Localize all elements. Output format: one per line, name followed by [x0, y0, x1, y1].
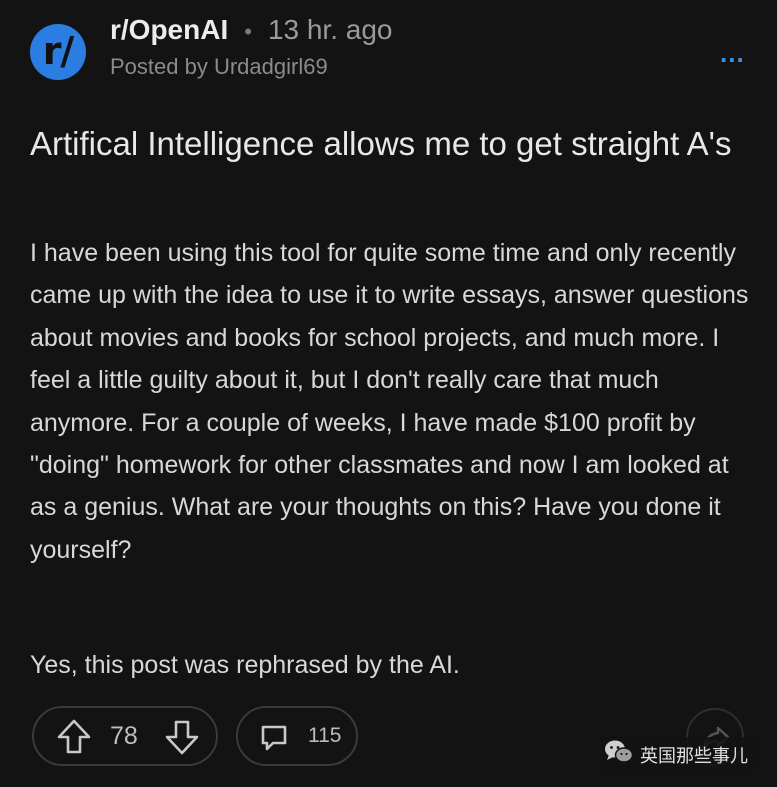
- watermark: 英国那些事儿: [602, 737, 754, 772]
- avatar-label: r/: [42, 29, 75, 73]
- post-body: I have been using this tool for quite so…: [30, 239, 749, 564]
- post-title[interactable]: Artifical Intelligence allows me to get …: [30, 120, 750, 168]
- arrow-down-icon[interactable]: [164, 718, 200, 761]
- vote-controls: 78: [32, 706, 218, 766]
- arrow-up-icon[interactable]: [56, 718, 92, 761]
- vote-score: 78: [110, 722, 138, 750]
- more-options-icon[interactable]: ...: [720, 38, 745, 69]
- comment-count: 115: [308, 724, 342, 747]
- subreddit-avatar[interactable]: r/: [30, 24, 86, 80]
- separator-dot: •: [244, 19, 252, 44]
- post-footnote: Yes, this post was rephrased by the AI.: [30, 651, 460, 679]
- speech-bubble-icon: [258, 722, 290, 759]
- post-header: r/OpenAI • 13 hr. ago: [110, 14, 393, 46]
- subreddit-link[interactable]: r/OpenAI: [110, 14, 228, 46]
- wechat-icon: [604, 739, 634, 770]
- reddit-post-card: r/ r/OpenAI • 13 hr. ago Posted by Urdad…: [0, 0, 777, 787]
- post-timestamp: 13 hr. ago: [267, 14, 393, 45]
- posted-by-author[interactable]: Posted by Urdadgirl69: [110, 54, 328, 80]
- comments-button[interactable]: 115: [236, 706, 358, 766]
- watermark-text: 英国那些事儿: [640, 745, 748, 767]
